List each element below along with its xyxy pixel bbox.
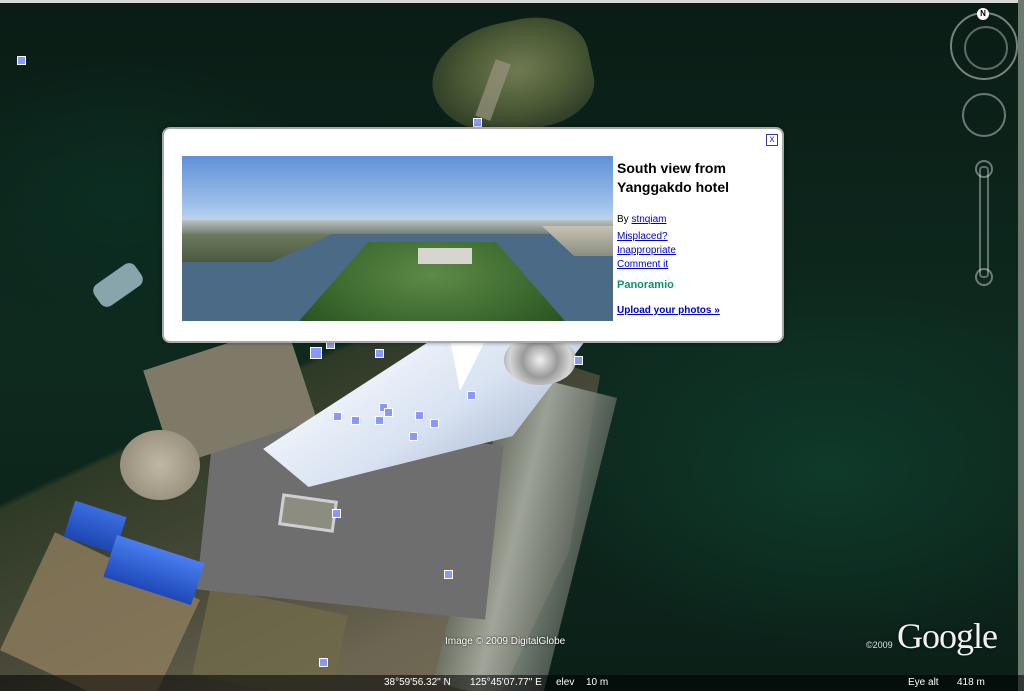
panorama-photo[interactable] bbox=[182, 156, 613, 321]
zoom-slider[interactable] bbox=[979, 166, 989, 278]
photo-marker[interactable] bbox=[319, 658, 328, 667]
balloon-pointer bbox=[450, 339, 486, 391]
boat bbox=[90, 260, 146, 310]
window-top-border bbox=[0, 0, 1024, 3]
photo-building bbox=[418, 248, 472, 264]
move-joystick[interactable] bbox=[962, 93, 1006, 137]
photo-marker[interactable] bbox=[409, 432, 418, 441]
misplaced-link[interactable]: Misplaced? bbox=[617, 231, 668, 242]
panoramio-logo[interactable]: Panoramio bbox=[617, 279, 674, 291]
photo-marker[interactable] bbox=[351, 416, 360, 425]
author-prefix: By bbox=[617, 214, 629, 225]
author-line: By stnqiam bbox=[617, 214, 666, 225]
photo-marker[interactable] bbox=[384, 408, 393, 417]
photo-title: South view from Yanggakdo hotel bbox=[617, 160, 730, 195]
photo-marker[interactable] bbox=[17, 56, 26, 65]
look-compass-ring[interactable] bbox=[950, 12, 1018, 80]
comment-link[interactable]: Comment it bbox=[617, 259, 668, 270]
elevation-value: 10 m bbox=[586, 677, 609, 688]
look-joystick[interactable] bbox=[964, 26, 1008, 70]
photo-sky bbox=[182, 156, 613, 226]
photo-marker[interactable] bbox=[310, 347, 322, 359]
inappropriate-link[interactable]: Inappropriate bbox=[617, 245, 676, 256]
photo-marker[interactable] bbox=[574, 356, 583, 365]
photo-marker[interactable] bbox=[473, 118, 482, 127]
copyright-year: ©2009 bbox=[866, 640, 893, 650]
photo-marker[interactable] bbox=[375, 349, 384, 358]
photo-marker[interactable] bbox=[332, 509, 341, 518]
upload-photos-link[interactable]: Upload your photos » bbox=[617, 305, 720, 316]
photo-marker[interactable] bbox=[375, 416, 384, 425]
photo-marker[interactable] bbox=[444, 570, 453, 579]
longitude-readout: 125°45'07.77" E bbox=[470, 677, 542, 688]
satellite-map[interactable] bbox=[0, 0, 1024, 691]
close-balloon-button[interactable]: x bbox=[766, 134, 778, 146]
author-link[interactable]: stnqiam bbox=[631, 214, 666, 225]
photo-marker[interactable] bbox=[467, 391, 476, 400]
photo-info-balloon: x South view from Yanggakdo hotel By stn… bbox=[162, 127, 784, 343]
eye-alt-label: Eye alt bbox=[908, 677, 939, 688]
zoom-out-button[interactable] bbox=[975, 268, 993, 286]
latitude-readout: 38°59'56.32" N bbox=[384, 677, 451, 688]
imagery-credit: Image © 2009 DigitalGlobe bbox=[445, 636, 566, 647]
eye-alt-value: 418 m bbox=[957, 677, 985, 688]
elevation-label: elev bbox=[556, 677, 575, 688]
north-indicator[interactable]: N bbox=[977, 8, 989, 20]
photo-marker[interactable] bbox=[333, 412, 342, 421]
window-right-edge bbox=[1018, 0, 1024, 691]
photo-marker[interactable] bbox=[415, 411, 424, 420]
google-logo: Google bbox=[897, 616, 998, 656]
dome-building bbox=[120, 430, 200, 500]
photo-marker[interactable] bbox=[430, 419, 439, 428]
